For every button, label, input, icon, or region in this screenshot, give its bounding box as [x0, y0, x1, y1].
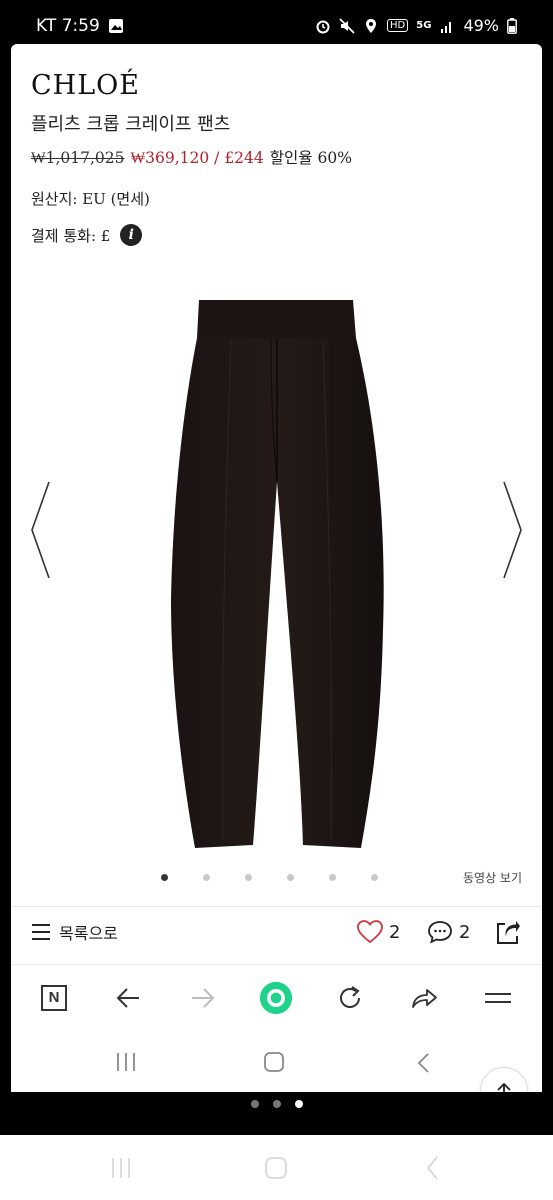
action-bar: 목록으로 2 2: [11, 906, 542, 962]
pagination-dot[interactable]: [287, 874, 294, 881]
browser-toolbar: N: [11, 964, 542, 1033]
product-image: [171, 300, 384, 848]
sale-price: ₩369,120 / £244: [130, 149, 264, 167]
system-home-icon[interactable]: [264, 1157, 288, 1179]
battery-percent: 49%: [463, 16, 499, 35]
forward-arrow-icon: [192, 988, 215, 1008]
currency-info: 결제 통화: £ i: [31, 224, 143, 246]
browser-screen: CHLOÉ 플리츠 크롭 크레이프 팬츠 ₩1,017,025 ₩369,120 …: [11, 44, 542, 1092]
battery-icon: [507, 17, 517, 34]
n-badge: N: [41, 985, 67, 1011]
green-dot-icon: [259, 981, 293, 1015]
home-icon[interactable]: [263, 1052, 285, 1072]
naver-home-button[interactable]: N: [37, 981, 71, 1015]
alarm-icon: [316, 20, 330, 33]
brand-name: CHLOÉ: [31, 70, 140, 101]
video-link[interactable]: 동영상 보기: [463, 869, 522, 886]
comment-icon: [428, 921, 452, 944]
device-frame: KT 7:59 HD 5G 49% CHLOÉ 플리츠 크롭 크레이프 팬츠 ₩…: [0, 0, 553, 1135]
signal-icon: [441, 21, 452, 33]
carrier-time: KT 7:59: [36, 16, 100, 36]
product-image-gallery[interactable]: [11, 280, 542, 1092]
forward-button[interactable]: [186, 981, 220, 1015]
origin-info: 원산지: EU (면세): [31, 190, 150, 208]
comment-button[interactable]: 2: [427, 920, 470, 944]
comment-count: 2: [459, 921, 471, 943]
android-nav-bar: [11, 1032, 542, 1092]
mute-icon: [339, 17, 355, 34]
gallery-pagination: [161, 874, 378, 881]
pagination-dot[interactable]: [371, 874, 378, 881]
nav-back-icon[interactable]: [415, 1052, 431, 1074]
system-back-icon[interactable]: [424, 1155, 440, 1181]
status-left: KT 7:59: [36, 16, 124, 36]
discount-rate: 할인율 60%: [269, 149, 352, 167]
product-title: 플리츠 크롭 크레이프 팬츠: [31, 114, 231, 135]
hd-badge: HD: [387, 19, 409, 32]
heart-icon: [357, 920, 383, 944]
menu-list-icon: [32, 924, 50, 940]
back-to-list-button[interactable]: 목록으로: [31, 920, 118, 944]
page-dot: [250, 1100, 259, 1108]
like-button[interactable]: 2: [357, 920, 400, 944]
gallery-notification-icon: [108, 19, 123, 33]
recent-apps-icon[interactable]: [115, 1052, 137, 1072]
system-recent-apps-icon[interactable]: [110, 1157, 132, 1179]
screenshot-page-indicator: [0, 1100, 553, 1108]
pagination-dot[interactable]: [203, 874, 210, 881]
back-arrow-icon: [116, 988, 139, 1008]
page-dot-active: [294, 1100, 303, 1108]
pagination-dot[interactable]: [329, 874, 336, 881]
browser-share-button[interactable]: [407, 981, 441, 1015]
back-button[interactable]: [111, 981, 145, 1015]
share-button[interactable]: [495, 920, 521, 950]
like-count: 2: [389, 921, 401, 943]
back-to-list-label: 목록으로: [59, 924, 118, 943]
currency-label: 결제 통화: £: [31, 226, 111, 245]
chevron-right-icon[interactable]: [498, 480, 526, 580]
forward-share-icon: [412, 989, 437, 1008]
original-price: ₩1,017,025: [31, 149, 125, 167]
share-icon: [497, 921, 520, 944]
pagination-dot-active[interactable]: [161, 874, 168, 881]
chevron-left-icon[interactable]: [27, 480, 55, 580]
price-row: ₩1,017,025 ₩369,120 / £244 할인율 60%: [31, 146, 352, 168]
page-dot: [272, 1100, 281, 1108]
green-home-button[interactable]: [259, 981, 293, 1015]
system-nav-bar: [0, 1135, 553, 1200]
menu-button[interactable]: [481, 981, 515, 1015]
location-icon: [366, 18, 377, 33]
pagination-dot[interactable]: [245, 874, 252, 881]
menu-icon: [485, 993, 511, 1003]
reload-icon: [340, 986, 360, 1008]
status-right: HD 5G 49%: [315, 16, 517, 35]
network-badge: 5G: [416, 20, 432, 31]
reload-button[interactable]: [333, 981, 367, 1015]
info-icon[interactable]: i: [120, 224, 143, 246]
